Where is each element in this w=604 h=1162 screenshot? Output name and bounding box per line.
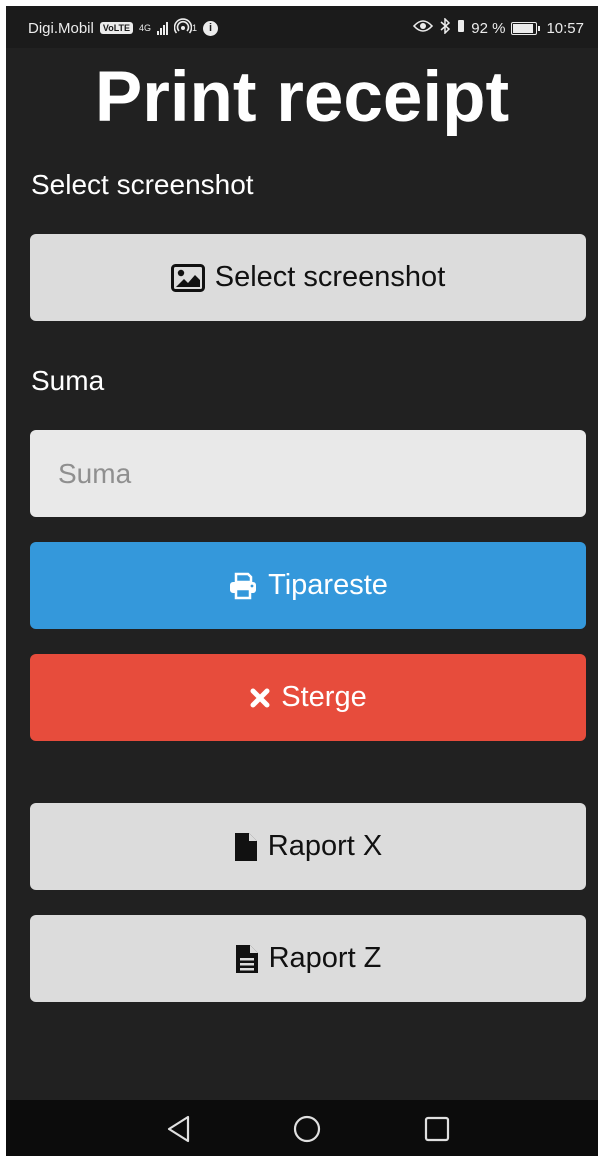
delete-button-label: Sterge: [281, 681, 367, 713]
battery-icon: [511, 21, 538, 35]
print-button[interactable]: Tipareste: [30, 542, 586, 629]
vibrate-icon: [457, 19, 465, 37]
hotspot-icon: [173, 18, 193, 38]
clock: 10:57: [546, 19, 584, 37]
carrier-name: Digi.Mobil: [28, 19, 94, 37]
hotspot-count: 1: [192, 23, 198, 33]
report-z-button[interactable]: Raport Z: [30, 915, 586, 1002]
signal-icon: [157, 21, 169, 35]
back-icon[interactable]: [164, 1114, 194, 1144]
page-title: Print receipt: [94, 58, 510, 137]
select-screenshot-label: Select screenshot: [31, 169, 254, 200]
report-x-button[interactable]: Raport X: [30, 803, 586, 890]
home-icon[interactable]: [292, 1114, 322, 1144]
bluetooth-icon: [439, 17, 451, 38]
print-button-label: Tipareste: [268, 569, 388, 601]
image-icon: [170, 263, 205, 292]
amount-input[interactable]: [30, 430, 586, 517]
status-bar: Digi.Mobil VoLTE 4G 1 i 92 % 10:57: [6, 6, 598, 48]
close-icon: [249, 687, 271, 709]
status-bar-right: 92 % 10:57: [413, 17, 584, 38]
select-screenshot-button[interactable]: Select screenshot: [30, 234, 586, 321]
recents-icon[interactable]: [422, 1114, 452, 1144]
report-x-button-label: Raport X: [267, 830, 383, 862]
battery-percent: 92 %: [471, 19, 506, 37]
delete-button[interactable]: Sterge: [30, 654, 586, 741]
navigation-bar: [6, 1100, 598, 1156]
file-icon: [234, 832, 258, 862]
report-z-button-label: Raport Z: [268, 942, 382, 974]
status-bar-left: Digi.Mobil VoLTE 4G 1 i: [28, 18, 219, 38]
eye-icon: [413, 19, 434, 37]
app-screen: Digi.Mobil VoLTE 4G 1 i 92 % 10:57 Print…: [6, 6, 598, 1156]
info-icon: i: [203, 20, 219, 36]
select-screenshot-button-label: Select screenshot: [214, 261, 446, 293]
printer-icon: [228, 572, 258, 600]
amount-label: Suma: [31, 365, 105, 396]
file-text-icon: [235, 944, 259, 974]
network-type: 4G: [139, 23, 152, 33]
volte-badge: VoLTE: [99, 22, 134, 34]
